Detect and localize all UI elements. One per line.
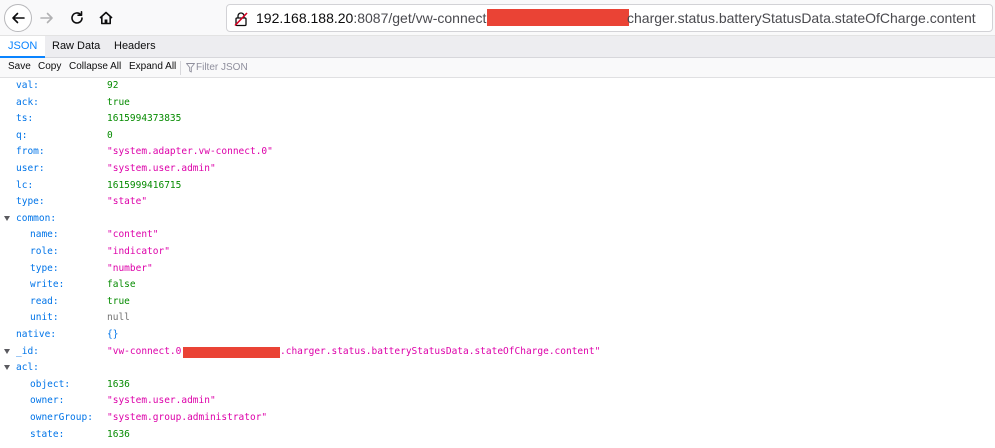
json-value-start: "vw-connect.0. [107,345,188,357]
json-key: unit: [30,312,59,324]
tab-json[interactable]: JSON [0,36,46,58]
json-row[interactable]: read: true [0,294,995,311]
json-value: 0 [107,129,113,141]
divider [180,61,181,75]
json-value: null [107,312,130,324]
browser-toolbar: 192.168.188.20:8087/get/vw-connect.0. ch… [0,0,995,36]
json-row[interactable]: _id: "vw-connect.0. .charger.status.batt… [0,344,995,361]
json-value: false [107,279,136,291]
json-key: state: [30,428,65,440]
json-key: ownerGroup: [30,412,93,423]
json-row[interactable]: write: false [0,277,995,294]
insecure-lock-icon[interactable] [233,11,249,27]
json-value: {} [107,329,119,340]
json-value: 1615994373835 [107,113,182,125]
url-redaction [487,9,629,26]
back-button[interactable] [4,4,32,32]
json-section-row[interactable]: acl: [0,360,995,377]
url-text: 192.168.188.20:8087/get/vw-connect.0. [256,10,502,26]
address-bar[interactable]: 192.168.188.20:8087/get/vw-connect.0. ch… [226,4,993,32]
json-key: lc: [16,179,34,191]
json-row[interactable]: native: {} [0,327,995,344]
collapse-all-button[interactable]: Collapse All [69,61,121,72]
url-path: :8087/get/vw-connect.0. [353,10,502,26]
filter-json-input[interactable] [196,59,396,76]
json-section-row[interactable]: common: [0,211,995,228]
json-value: 1636 [107,428,130,440]
json-key: val: [16,80,39,91]
json-row[interactable]: type: "number" [0,261,995,278]
json-value: 1636 [107,378,130,390]
expand-twisty-icon[interactable] [4,348,10,354]
json-row[interactable]: name: "content" [0,227,995,244]
json-row[interactable]: unit: null [0,310,995,327]
tab-raw-data[interactable]: Raw Data [44,36,108,58]
json-value: "number" [107,262,153,274]
json-row[interactable]: object: 1636 [0,377,995,394]
viewer-tabs: JSON Raw Data Headers [0,36,995,58]
json-key: ts: [16,113,34,125]
json-key: from: [16,146,45,158]
json-value: 1615999416715 [107,179,182,191]
json-key: q: [16,129,28,141]
url-host: 192.168.188.20 [256,10,354,26]
json-value: "content" [107,229,159,241]
json-key: ack: [16,96,39,108]
json-row[interactable]: q: 0 [0,128,995,145]
id-redaction [183,346,280,358]
json-key: type: [16,196,45,208]
json-value: 92 [107,80,119,91]
json-key: common: [16,212,57,224]
json-key: user: [16,163,45,174]
json-key: native: [16,329,57,340]
home-icon [99,11,113,25]
json-row[interactable]: user: "system.user.admin" [0,161,995,178]
save-button[interactable]: Save [8,61,31,72]
expand-twisty-icon[interactable] [4,215,10,221]
json-key: write: [30,279,65,291]
json-key: role: [30,246,59,257]
json-value: "system.adapter.vw-connect.0" [107,146,273,158]
json-row[interactable]: state: 1636 [0,427,995,444]
json-value: "system.user.admin" [107,163,216,174]
json-value: "system.group.administrator" [107,412,268,423]
copy-button[interactable]: Copy [38,61,61,72]
filter-icon [186,63,195,73]
json-key: acl: [16,362,39,374]
forward-button[interactable] [33,4,61,32]
json-action-bar: Save Copy Collapse All Expand All [0,58,995,78]
json-value: "indicator" [107,246,170,257]
json-key: name: [30,229,59,241]
json-value: true [107,295,130,307]
json-row[interactable]: ts: 1615994373835 [0,111,995,128]
json-value: "system.user.admin" [107,395,216,407]
json-key: owner: [30,395,65,407]
expand-twisty-icon[interactable] [4,365,10,371]
back-arrow-icon [12,12,25,24]
json-key: object: [30,378,71,390]
json-row[interactable]: ack: true [0,95,995,112]
json-row[interactable]: ownerGroup: "system.group.administrator" [0,410,995,427]
forward-arrow-icon [40,12,53,24]
json-value: true [107,96,130,108]
reload-button[interactable] [63,4,91,32]
json-row[interactable]: lc: 1615999416715 [0,178,995,195]
expand-all-button[interactable]: Expand All [129,61,176,72]
url-tail: charger.status.batteryStatusData.stateOf… [627,10,976,26]
reload-icon [71,11,83,24]
json-row[interactable]: type: "state" [0,194,995,211]
json-key: read: [30,295,59,307]
json-row[interactable]: role: "indicator" [0,244,995,261]
tab-headers[interactable]: Headers [106,36,164,58]
json-row[interactable]: from: "system.adapter.vw-connect.0" [0,144,995,161]
json-value: "state" [107,196,148,208]
json-key: _id: [16,345,39,357]
json-key: type: [30,262,59,274]
json-value-end: .charger.status.batteryStatusData.stateO… [280,345,601,357]
home-button[interactable] [92,4,120,32]
json-tree: val: 92 ack: true ts: 1615994373835 q: 0… [0,78,995,448]
json-row[interactable]: owner: "system.user.admin" [0,393,995,410]
json-row[interactable]: val: 92 [0,78,995,95]
